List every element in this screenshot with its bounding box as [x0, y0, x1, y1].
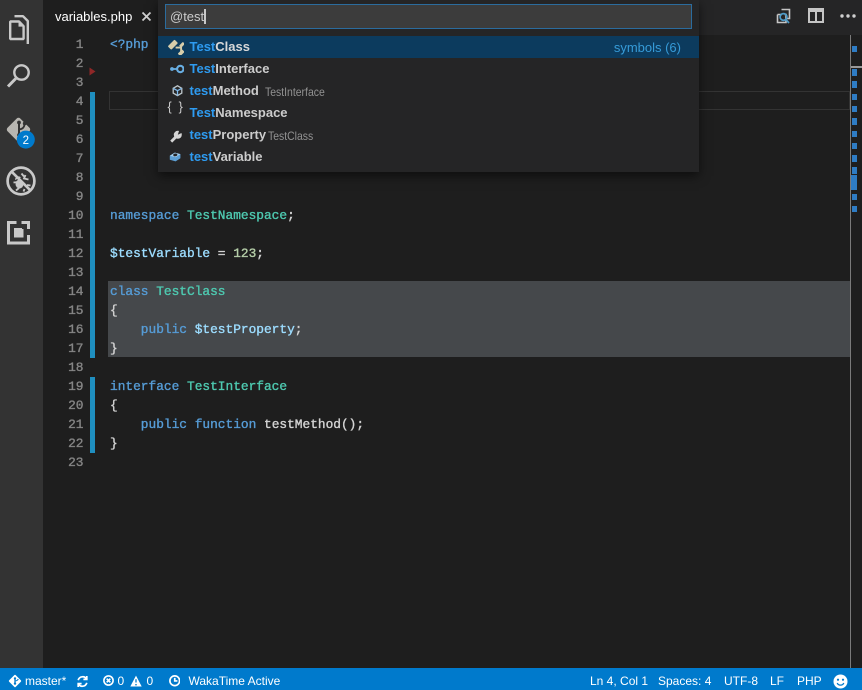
svg-text:2: 2: [23, 135, 29, 147]
